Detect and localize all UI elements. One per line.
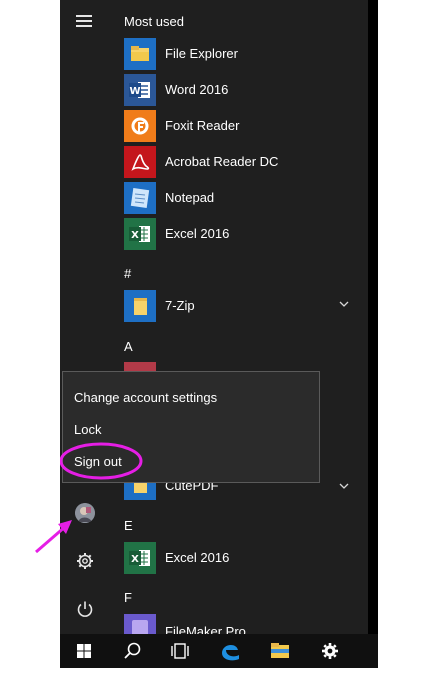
- taskbar: [60, 634, 378, 668]
- excel-icon: X: [124, 218, 156, 250]
- acrobat-icon: [124, 146, 156, 178]
- section-header-most-used: Most used: [124, 14, 184, 29]
- edge-icon[interactable]: [208, 634, 256, 668]
- highlight-ellipse: [60, 442, 143, 480]
- app-filemaker-pro[interactable]: FileMaker Pro: [124, 614, 374, 634]
- app-label: 7-Zip: [165, 298, 195, 313]
- notepad-icon: [124, 182, 156, 214]
- foxit-icon: [124, 110, 156, 142]
- chevron-down-icon[interactable]: [338, 480, 350, 495]
- app-file-explorer[interactable]: File Explorer: [124, 38, 374, 70]
- svg-text:X: X: [131, 554, 139, 565]
- lock-item[interactable]: Lock: [74, 422, 101, 437]
- gear-icon[interactable]: [76, 552, 94, 570]
- app-label: Foxit Reader: [165, 118, 240, 133]
- app-foxit-reader[interactable]: Foxit Reader: [124, 110, 374, 142]
- task-view-icon[interactable]: [156, 634, 204, 668]
- folder-icon[interactable]: [256, 634, 304, 668]
- svg-text:X: X: [131, 230, 139, 241]
- app-label: Notepad: [165, 190, 215, 205]
- background-strip: [368, 0, 378, 634]
- arrow-annotation-icon: [35, 520, 72, 554]
- word-icon: W: [124, 74, 156, 106]
- svg-text:W: W: [129, 86, 140, 97]
- app-word-2016[interactable]: W Word 2016: [124, 74, 374, 106]
- app-label: Excel 2016: [165, 550, 230, 565]
- app-label: Acrobat Reader DC: [165, 154, 279, 169]
- windows-logo-icon[interactable]: [60, 634, 108, 668]
- app-notepad[interactable]: Notepad: [124, 182, 374, 214]
- folder-icon: [124, 290, 156, 322]
- menu-icon[interactable]: [76, 14, 92, 28]
- app-7-zip[interactable]: 7-Zip: [124, 290, 374, 322]
- section-header-f[interactable]: F: [124, 590, 132, 605]
- excel-icon: X: [124, 542, 156, 574]
- app-label: Word 2016: [165, 82, 229, 97]
- change-account-settings-item[interactable]: Change account settings: [74, 390, 217, 405]
- app-label: File Explorer: [165, 46, 238, 61]
- section-header-a[interactable]: A: [124, 339, 133, 354]
- app-acrobat-reader[interactable]: Acrobat Reader DC: [124, 146, 374, 178]
- app-label: FileMaker Pro: [165, 624, 246, 634]
- gear-icon[interactable]: [306, 634, 354, 668]
- app-excel-2016-e[interactable]: X Excel 2016: [124, 542, 374, 574]
- folder-icon: [124, 38, 156, 70]
- section-header-e[interactable]: E: [124, 518, 133, 533]
- section-header-hash[interactable]: #: [124, 266, 131, 281]
- chevron-down-icon[interactable]: [338, 298, 350, 313]
- filemaker-icon: [124, 614, 156, 634]
- power-icon[interactable]: [76, 600, 94, 618]
- app-label: Excel 2016: [165, 226, 230, 241]
- search-icon[interactable]: [108, 634, 156, 668]
- app-excel-2016[interactable]: X Excel 2016: [124, 218, 374, 250]
